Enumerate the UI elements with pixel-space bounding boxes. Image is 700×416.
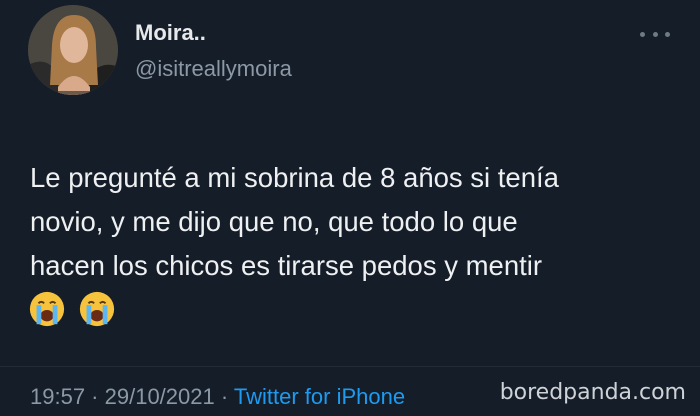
tweet-text: Le pregunté a mi sobrina de 8 años si te… xyxy=(30,156,680,288)
tweet-text-line: hacen los chicos es tirarse pedos y ment… xyxy=(30,250,543,281)
tweet-emojis xyxy=(28,290,116,328)
divider xyxy=(0,366,700,367)
watermark: boredpanda.com xyxy=(499,380,686,405)
tweet-text-line: Le pregunté a mi sobrina de 8 años si te… xyxy=(30,162,559,193)
author-handle[interactable]: @isitreallymoira xyxy=(135,56,292,82)
loudly-crying-face-icon xyxy=(29,291,65,327)
meta-separator: · xyxy=(214,384,234,409)
author-display-name[interactable]: Moira.. xyxy=(135,20,206,46)
tweet-time[interactable]: 19:57 xyxy=(30,384,85,409)
tweet-date[interactable]: 29/10/2021 xyxy=(105,384,215,409)
meta-separator: · xyxy=(85,384,105,409)
tweet-text-line: novio, y me dijo que no, que todo lo que xyxy=(30,206,518,237)
loudly-crying-face-icon xyxy=(79,291,115,327)
tweet-source-link[interactable]: Twitter for iPhone xyxy=(234,384,405,409)
more-options-icon[interactable] xyxy=(640,22,670,46)
tweet-metadata: 19:57 · 29/10/2021 · Twitter for iPhone xyxy=(30,384,405,410)
avatar[interactable] xyxy=(28,5,118,95)
